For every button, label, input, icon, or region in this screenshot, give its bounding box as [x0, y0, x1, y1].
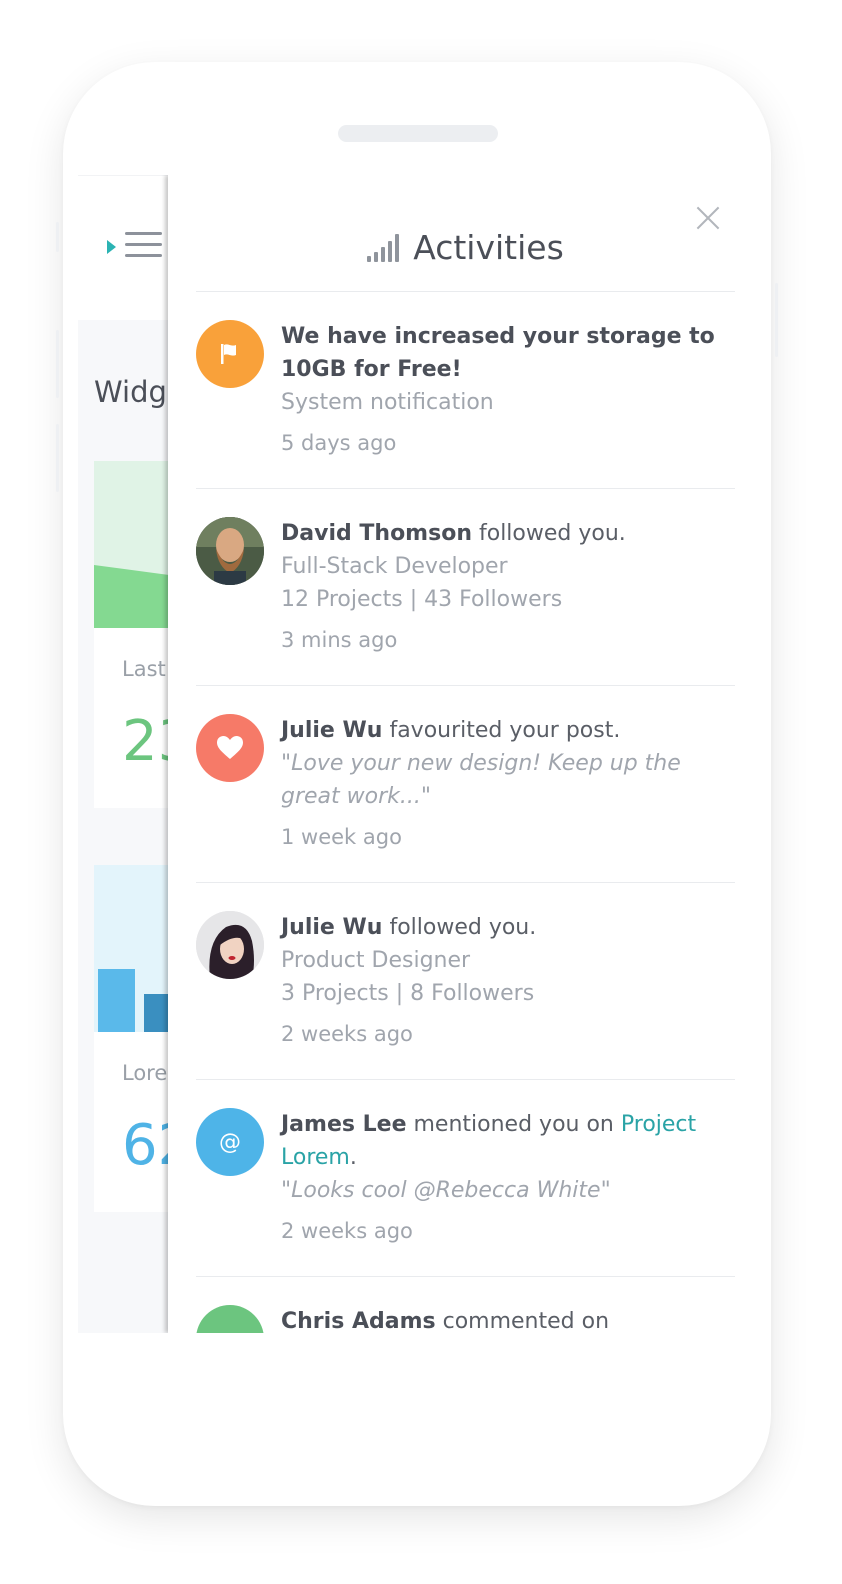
avatar[interactable]	[196, 517, 264, 585]
caret-right-icon	[107, 240, 116, 254]
activity-quote: "Looks cool @Rebecca White"	[281, 1178, 611, 1203]
activity-time: 2 weeks ago	[281, 1219, 413, 1243]
phone-side-button	[56, 222, 59, 252]
chart-bar	[98, 969, 135, 1032]
link-suffix: .	[349, 1145, 357, 1170]
activity-message: We have increased your storage to 10GB f…	[281, 324, 715, 382]
hamburger-icon	[125, 254, 162, 257]
activity-time: 2 weeks ago	[281, 1022, 413, 1046]
phone-screen: Widgets Last 23 Lorem 62 Activities We h…	[78, 175, 763, 1333]
flag-icon	[196, 320, 264, 388]
phone-side-button	[775, 283, 778, 357]
user-role: Product Designer	[281, 948, 471, 973]
menu-toggle-button[interactable]	[107, 232, 165, 262]
activity-time: 5 days ago	[281, 431, 397, 455]
widget-label: Last	[122, 657, 166, 681]
panel-title: Activities	[413, 227, 564, 267]
activity-time: 1 week ago	[281, 825, 402, 849]
activities-panel: Activities We have increased your storag…	[168, 175, 763, 1333]
user-role: Full-Stack Developer	[281, 554, 508, 579]
panel-header: Activities	[168, 217, 763, 277]
user-stats: 12 Projects | 43 Followers	[281, 587, 563, 612]
activity-action: commented on	[442, 1309, 610, 1333]
user-name[interactable]: Julie Wu	[281, 718, 382, 743]
signal-bars-icon	[367, 232, 400, 262]
divider	[196, 488, 735, 489]
at-icon: @	[196, 1108, 264, 1176]
divider	[196, 1276, 735, 1277]
divider	[196, 882, 735, 883]
comment-icon	[196, 1305, 264, 1333]
activity-action: followed you.	[478, 521, 626, 546]
avatar[interactable]	[196, 911, 264, 979]
user-name[interactable]: David Thomson	[281, 521, 472, 546]
user-name[interactable]: Chris Adams	[281, 1309, 436, 1333]
activity-action: favourited your post.	[389, 718, 621, 743]
user-name[interactable]: Julie Wu	[281, 915, 382, 940]
hamburger-icon	[125, 232, 162, 235]
user-stats: 3 Projects | 8 Followers	[281, 981, 535, 1006]
activity-action: followed you.	[389, 915, 537, 940]
activity-time: 3 mins ago	[281, 628, 398, 652]
heart-icon	[196, 714, 264, 782]
divider	[196, 685, 735, 686]
hamburger-icon	[125, 243, 162, 246]
user-name[interactable]: James Lee	[281, 1112, 407, 1137]
activity-action: mentioned you on	[413, 1112, 614, 1137]
divider	[196, 1079, 735, 1080]
activity-subtitle: System notification	[281, 390, 494, 415]
phone-speaker	[338, 125, 498, 142]
phone-side-button	[56, 424, 59, 492]
phone-side-button	[56, 330, 59, 398]
divider	[196, 291, 735, 292]
activity-quote: "Love your new design! Keep up the great…	[281, 751, 681, 809]
